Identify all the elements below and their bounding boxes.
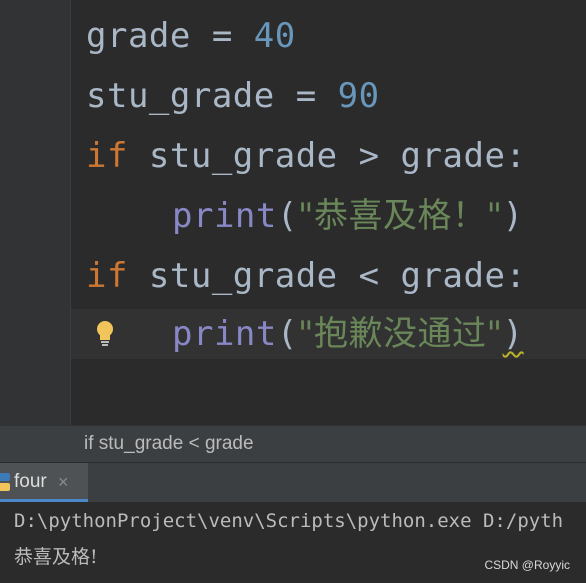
number-literal: 40 xyxy=(253,16,296,56)
operator: = xyxy=(190,16,254,56)
code-line-3[interactable]: if stu_grade > grade: xyxy=(86,131,526,181)
console-command: D:\pythonProject\venv\Scripts\python.exe… xyxy=(14,510,564,532)
watermark: CSDN @Royyic xyxy=(484,558,570,572)
code-line-1[interactable]: grade = 40 xyxy=(86,11,296,61)
number-literal: 90 xyxy=(337,76,380,116)
keyword-if: if xyxy=(86,136,128,176)
python-run-icon xyxy=(0,473,10,491)
editor-gutter[interactable] xyxy=(0,0,71,425)
code-line-5[interactable]: if stu_grade < grade: xyxy=(86,251,526,301)
variable: grade xyxy=(86,16,191,56)
code-editor[interactable]: grade = 40 stu_grade = 90 if stu_grade >… xyxy=(0,0,586,425)
builtin-print: print xyxy=(172,196,277,236)
condition: stu_grade > grade: xyxy=(127,136,527,176)
code-line-6[interactable]: print("抱歉没通过") xyxy=(71,309,586,359)
keyword-if: if xyxy=(86,256,128,296)
string-literal: "抱歉没通过" xyxy=(297,314,503,354)
paren-close-warning: ) xyxy=(502,314,524,354)
variable: stu_grade xyxy=(86,76,275,116)
console-output: 恭喜及格! xyxy=(14,546,98,568)
builtin-print: print xyxy=(172,314,277,354)
tab-run-four[interactable]: four × xyxy=(0,463,88,503)
paren-open: ( xyxy=(276,196,298,236)
close-icon[interactable]: × xyxy=(58,463,69,501)
breadcrumb-bar: if stu_grade < grade xyxy=(0,425,586,462)
string-literal: "恭喜及格！" xyxy=(297,196,503,236)
condition: stu_grade < grade: xyxy=(127,256,527,296)
lightbulb-icon[interactable] xyxy=(94,319,116,349)
code-line-4[interactable]: print("恭喜及格！") xyxy=(172,191,524,241)
run-tool-window-tabs: four × xyxy=(0,462,586,503)
paren-close: ) xyxy=(502,196,524,236)
operator: = xyxy=(274,76,338,116)
breadcrumb[interactable]: if stu_grade < grade xyxy=(84,426,254,462)
code-line-2[interactable]: stu_grade = 90 xyxy=(86,71,380,121)
tab-label: four xyxy=(14,471,47,492)
paren-open: ( xyxy=(276,314,298,354)
